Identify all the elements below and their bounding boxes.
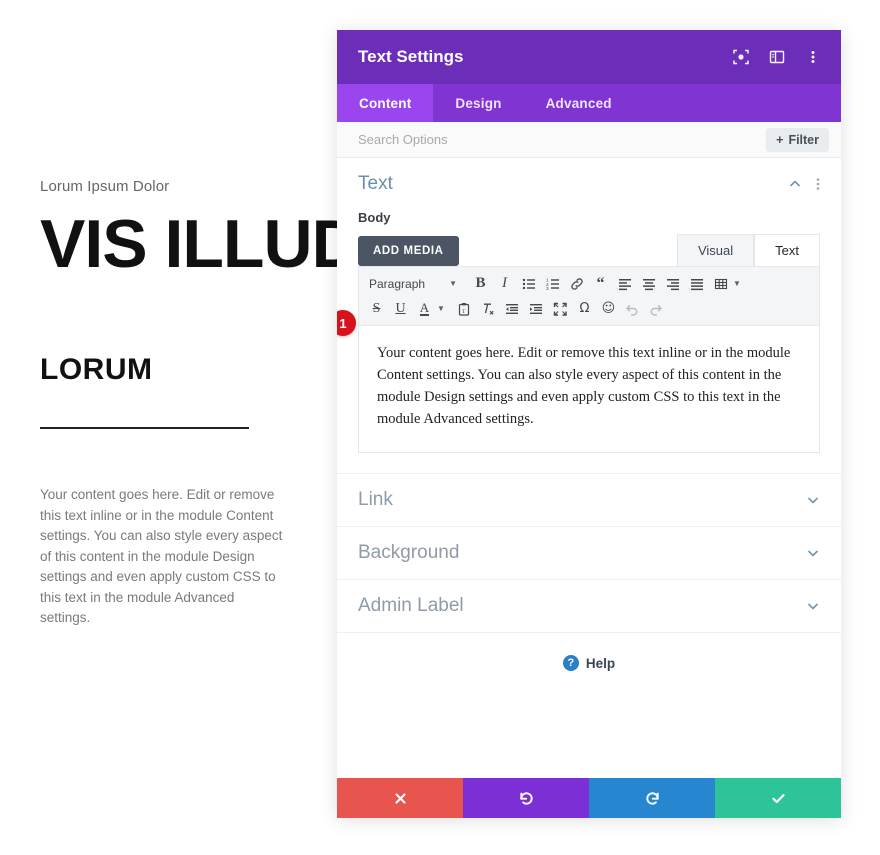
- section-background: Background: [337, 527, 841, 580]
- section-admin-label: Admin Label: [337, 580, 841, 633]
- search-options-input[interactable]: Search Options: [358, 132, 766, 147]
- tab-design[interactable]: Design: [433, 84, 523, 122]
- kebab-menu-icon[interactable]: [803, 47, 823, 67]
- blockquote-icon[interactable]: “: [589, 272, 612, 295]
- section-admin-label-header[interactable]: Admin Label: [337, 580, 841, 632]
- redo-icon[interactable]: [645, 297, 668, 320]
- rich-text-editor: Paragraph ▼ B I 1 2 3 “ ▼ S U A ▼ T Ω ☺ …: [337, 266, 820, 453]
- align-right-icon[interactable]: [661, 272, 684, 295]
- chevron-down-icon[interactable]: [806, 599, 820, 613]
- screen: Lorum Ipsum Dolor VIS ILLUD MEDIOCRE LOR…: [0, 0, 880, 855]
- help-label: Help: [585, 655, 616, 671]
- preview-eyebrow: Lorum Ipsum Dolor: [40, 178, 170, 195]
- svg-text:T: T: [462, 309, 466, 315]
- focus-target-icon[interactable]: [731, 47, 751, 67]
- chevron-up-icon[interactable]: [788, 177, 802, 191]
- editor-tab-text[interactable]: Text: [754, 234, 820, 266]
- modal-body: Text Body ADD MEDIA Visual Text Paragrap…: [337, 158, 841, 778]
- section-text: Text Body ADD MEDIA Visual Text Paragrap…: [337, 158, 841, 474]
- section-background-header[interactable]: Background: [337, 527, 841, 579]
- undo-button[interactable]: [463, 778, 589, 818]
- editor-toolbar: Paragraph ▼ B I 1 2 3 “ ▼ S U A ▼ T Ω ☺: [359, 267, 819, 326]
- redo-button[interactable]: [589, 778, 715, 818]
- editor-top-bar: ADD MEDIA Visual Text: [358, 234, 820, 266]
- section-text-content: Body ADD MEDIA Visual Text Paragraph ▼ B…: [337, 210, 841, 473]
- align-justify-icon[interactable]: [685, 272, 708, 295]
- filter-button[interactable]: + Filter: [766, 127, 829, 152]
- chevron-down-icon[interactable]: [806, 493, 820, 507]
- search-options-row: Search Options + Filter: [337, 122, 841, 158]
- body-field-label: Body: [358, 210, 391, 225]
- indent-icon[interactable]: [525, 297, 548, 320]
- section-text-title: Text: [358, 173, 393, 194]
- section-text-header[interactable]: Text: [337, 158, 841, 210]
- editor-content-text: Your content goes here. Edit or remove t…: [377, 345, 791, 427]
- editor-content-area[interactable]: 1 Your content goes here. Edit or remove…: [337, 310, 819, 452]
- bold-icon[interactable]: B: [469, 272, 492, 295]
- link-icon[interactable]: [565, 272, 588, 295]
- tab-advanced[interactable]: Advanced: [524, 84, 634, 122]
- section-link-title: Link: [358, 489, 393, 510]
- chevron-down-icon: ▼: [449, 279, 457, 288]
- modal-tabbar: Content Design Advanced: [337, 84, 841, 122]
- cancel-button[interactable]: [337, 778, 463, 818]
- table-icon[interactable]: [709, 272, 732, 295]
- align-left-icon[interactable]: [613, 272, 636, 295]
- special-character-icon[interactable]: Ω: [573, 297, 596, 320]
- editor-tab-visual[interactable]: Visual: [676, 234, 755, 266]
- format-select-value: Paragraph: [369, 276, 426, 291]
- preview-body-text: Your content goes here. Edit or remove t…: [40, 487, 283, 625]
- text-color-icon[interactable]: A: [413, 297, 436, 320]
- section-kebab-icon[interactable]: [816, 177, 820, 191]
- question-mark-icon: ?: [562, 655, 579, 671]
- plus-icon: +: [776, 132, 784, 147]
- strikethrough-icon[interactable]: S: [365, 297, 388, 320]
- svg-text:3: 3: [546, 286, 549, 291]
- preview-title: VIS ILLUD MEDIOCRE: [40, 206, 737, 282]
- paste-as-text-icon[interactable]: T: [453, 297, 476, 320]
- text-settings-modal: Text Settings Content Design Advanced Se…: [337, 30, 841, 818]
- modal-header: Text Settings: [337, 30, 841, 84]
- bulleted-list-icon[interactable]: [517, 272, 540, 295]
- preview-subtitle: LORUM: [40, 353, 153, 386]
- tab-content[interactable]: Content: [337, 84, 434, 122]
- add-media-button[interactable]: ADD MEDIA: [358, 236, 459, 266]
- table-chevron-down-icon[interactable]: ▼: [733, 279, 741, 288]
- page-preview: Lorum Ipsum Dolor VIS ILLUD MEDIOCRE LOR…: [0, 0, 737, 855]
- align-center-icon[interactable]: [637, 272, 660, 295]
- numbered-list-icon[interactable]: 1 2 3: [541, 272, 564, 295]
- preview-divider: [40, 427, 249, 429]
- outdent-icon[interactable]: [501, 297, 524, 320]
- toolbar-row-2: S U A ▼ T Ω ☺: [365, 296, 813, 321]
- step-badge-1: 1: [337, 310, 356, 336]
- underline-icon[interactable]: U: [389, 297, 412, 320]
- emoji-icon[interactable]: ☺: [597, 297, 620, 320]
- fullscreen-icon[interactable]: [549, 297, 572, 320]
- layout-panel-icon[interactable]: [767, 47, 787, 67]
- clear-formatting-icon[interactable]: [477, 297, 500, 320]
- chevron-down-icon[interactable]: [806, 546, 820, 560]
- modal-footer: [337, 778, 841, 818]
- toolbar-row-1: Paragraph ▼ B I 1 2 3 “ ▼: [365, 271, 813, 296]
- section-link: Link: [337, 474, 841, 527]
- help-link[interactable]: ? Help: [337, 633, 841, 693]
- undo-icon[interactable]: [621, 297, 644, 320]
- format-select[interactable]: Paragraph ▼: [365, 272, 461, 295]
- save-button[interactable]: [715, 778, 841, 818]
- modal-title: Text Settings: [358, 47, 464, 66]
- text-color-chevron-down-icon[interactable]: ▼: [437, 304, 445, 313]
- italic-icon[interactable]: I: [493, 272, 516, 295]
- section-admin-label-title: Admin Label: [358, 595, 464, 616]
- filter-label: Filter: [788, 132, 819, 147]
- editor-mode-tabs: Visual Text: [676, 234, 820, 266]
- section-link-header[interactable]: Link: [337, 474, 841, 526]
- section-background-title: Background: [358, 542, 460, 563]
